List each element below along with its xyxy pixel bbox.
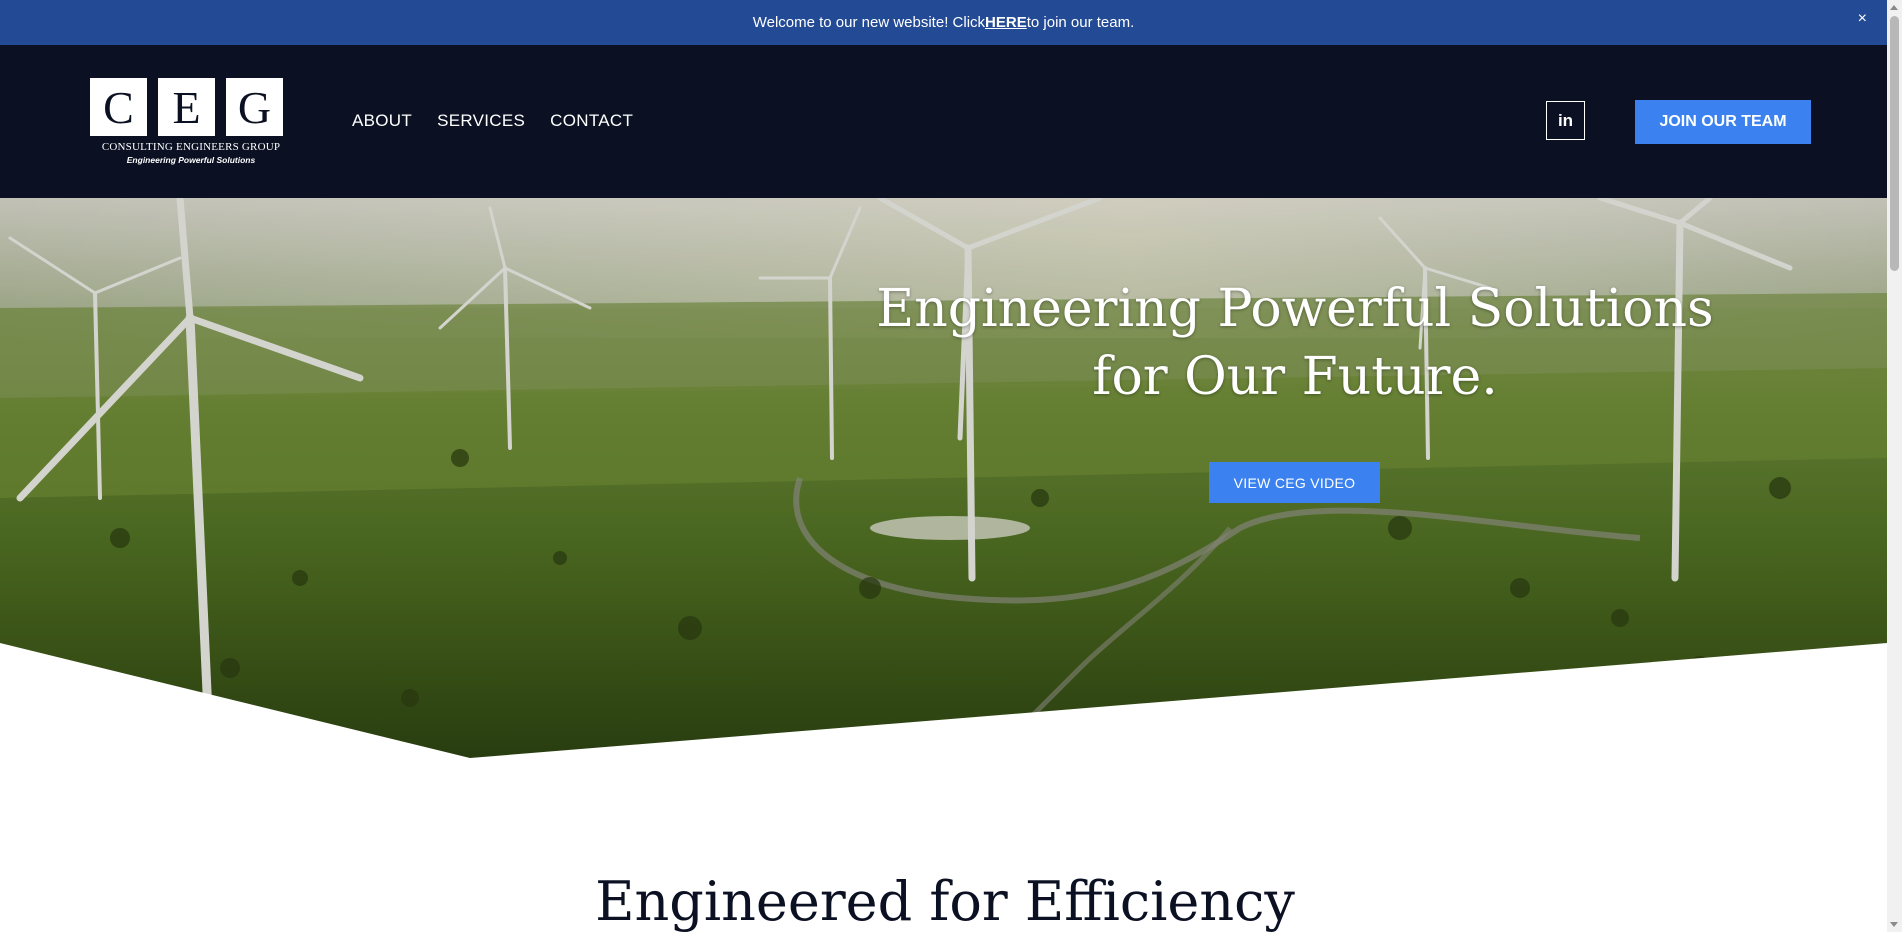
announcement-bar: Welcome to our new website! Click HERE t… [0,0,1887,45]
linkedin-label: in [1557,110,1574,130]
nav-item-contact[interactable]: CONTACT [550,111,633,131]
join-our-team-button[interactable]: JOIN OUR TEAM [1635,100,1811,144]
announcement-here-link[interactable]: HERE [985,14,1027,31]
logo-letters: C E G [90,78,292,136]
logo-letter-e: E [158,78,215,136]
view-ceg-video-button[interactable]: VIEW CEG VIDEO [1209,462,1380,503]
scrollbar-thumb[interactable] [1890,16,1899,271]
nav-item-services[interactable]: SERVICES [437,111,525,131]
logo-company-name: CONSULTING ENGINEERS GROUP [101,141,281,153]
site-header: C E G CONSULTING ENGINEERS GROUP Enginee… [0,45,1887,198]
hero-title: Engineering Powerful Solutions for Our F… [876,279,1714,407]
nav-item-about[interactable]: ABOUT [352,111,412,131]
linkedin-icon[interactable]: in [1546,101,1585,140]
close-icon[interactable]: × [1858,10,1867,28]
announcement-text-after: to join our team. [1026,14,1135,31]
section-heading-efficiency: Engineered for Efficiency [595,870,1295,933]
ceg-logo[interactable]: C E G CONSULTING ENGINEERS GROUP Enginee… [90,78,292,170]
logo-letter-c: C [90,78,147,136]
logo-tagline: Engineering Powerful Solutions [126,155,256,165]
scrollbar-down-arrow-icon[interactable] [1890,922,1898,927]
scrollbar-up-arrow-icon[interactable] [1890,5,1898,10]
main-nav: ABOUT SERVICES CONTACT [352,111,633,131]
announcement-text-before: Welcome to our new website! Click [752,14,986,31]
page-scrollbar[interactable] [1887,0,1902,932]
logo-letter-g: G [226,78,283,136]
